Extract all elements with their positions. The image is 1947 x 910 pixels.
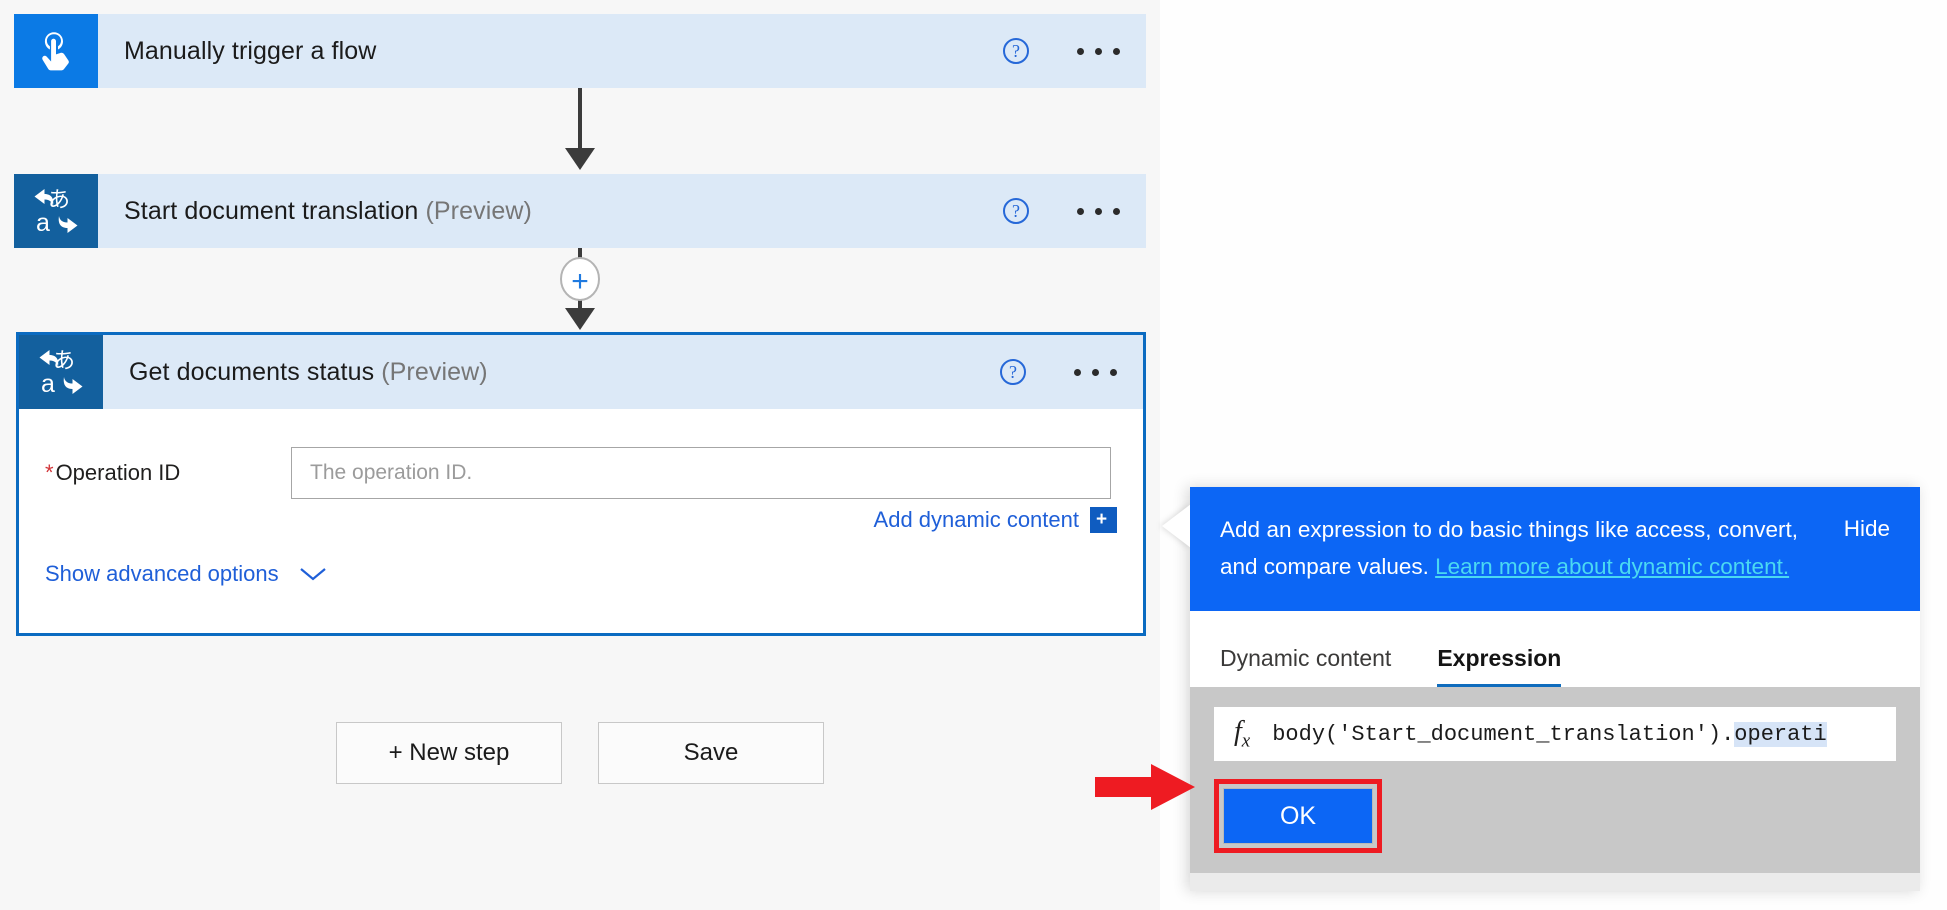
- hide-banner-link[interactable]: Hide: [1844, 516, 1890, 542]
- card-header: あ a Get documents status (Preview) ?: [19, 335, 1143, 409]
- add-dynamic-content-link[interactable]: Add dynamic content: [874, 507, 1079, 533]
- show-advanced-options-toggle[interactable]: Show advanced options: [45, 561, 327, 587]
- panel-footer-strip: [1190, 873, 1920, 891]
- expression-panel: Add an expression to do basic things lik…: [1190, 487, 1920, 891]
- add-dynamic-content-row[interactable]: Add dynamic content +: [874, 507, 1117, 533]
- flow-connector-1: [0, 88, 1160, 174]
- insert-new-step-icon[interactable]: +: [566, 268, 594, 296]
- preview-tag: (Preview): [381, 358, 487, 386]
- card-form: *Operation ID Add dynamic content + Show…: [19, 409, 1143, 633]
- learn-more-link[interactable]: Learn more about dynamic content.: [1435, 554, 1789, 579]
- operation-id-label: *Operation ID: [45, 460, 291, 486]
- card-title: Get documents status (Preview): [129, 358, 488, 387]
- help-icon[interactable]: ?: [1003, 38, 1029, 64]
- card-header-actions: ?: [1000, 359, 1121, 386]
- expression-panel-tabs: Dynamic content Expression: [1190, 611, 1920, 687]
- expression-editor-area: fx body('Start_document_translation').op…: [1190, 687, 1920, 761]
- help-icon[interactable]: ?: [1003, 198, 1029, 224]
- svg-text:あ: あ: [53, 349, 75, 374]
- ok-button-highlight-annotation: OK: [1214, 779, 1382, 853]
- card-header-actions: ?: [1003, 198, 1124, 225]
- expression-banner-text: Add an expression to do basic things lik…: [1220, 511, 1890, 585]
- red-right-arrow-annotation: [1095, 764, 1195, 810]
- card-title: Manually trigger a flow: [124, 37, 376, 66]
- help-icon[interactable]: ?: [1000, 359, 1026, 385]
- more-options-icon[interactable]: [1073, 198, 1124, 225]
- card-header: Start document translation (Preview) ?: [98, 174, 1146, 248]
- card-header: Manually trigger a flow ?: [98, 14, 1146, 88]
- flow-card-start-document-translation[interactable]: あ a Start document translation (Preview)…: [14, 174, 1146, 248]
- expression-input-field[interactable]: fx body('Start_document_translation').op…: [1214, 707, 1896, 761]
- translator-icon: あ a: [14, 174, 98, 248]
- tab-dynamic-content[interactable]: Dynamic content: [1220, 645, 1391, 687]
- svg-text:あ: あ: [48, 188, 70, 213]
- translator-icon: あ a: [19, 335, 103, 409]
- flow-designer-canvas: Manually trigger a flow ? あ a Start docu…: [0, 0, 1160, 910]
- tap-gesture-icon: [14, 14, 98, 88]
- expression-input-value[interactable]: body('Start_document_translation').opera…: [1272, 722, 1827, 747]
- expression-info-banner: Add an expression to do basic things lik…: [1190, 487, 1920, 611]
- card-header-actions: ?: [1003, 38, 1124, 65]
- card-header-body: Get documents status (Preview) ?: [103, 335, 1143, 409]
- fx-icon: fx: [1234, 716, 1250, 753]
- expression-footer: OK: [1190, 761, 1920, 873]
- save-button[interactable]: Save: [598, 722, 824, 784]
- svg-text:a: a: [36, 209, 50, 237]
- ok-button[interactable]: OK: [1223, 788, 1373, 844]
- required-marker: *: [45, 460, 54, 485]
- show-advanced-options-label: Show advanced options: [45, 561, 279, 587]
- card-title: Start document translation (Preview): [124, 197, 532, 226]
- new-step-button[interactable]: + New step: [336, 722, 562, 784]
- more-options-icon[interactable]: [1070, 359, 1121, 386]
- flow-card-manually-trigger[interactable]: Manually trigger a flow ?: [14, 14, 1146, 88]
- chevron-down-icon: [299, 566, 327, 582]
- add-dynamic-content-plus-icon[interactable]: +: [1090, 507, 1117, 533]
- operation-id-input[interactable]: [291, 447, 1111, 499]
- operation-id-row: *Operation ID: [45, 447, 1117, 499]
- svg-text:a: a: [41, 370, 55, 398]
- preview-tag: (Preview): [425, 197, 531, 225]
- tab-expression[interactable]: Expression: [1437, 645, 1561, 687]
- more-options-icon[interactable]: [1073, 38, 1124, 65]
- flow-card-get-documents-status[interactable]: あ a Get documents status (Preview) ? *Op…: [16, 332, 1146, 636]
- designer-action-buttons: + New step Save: [336, 722, 824, 784]
